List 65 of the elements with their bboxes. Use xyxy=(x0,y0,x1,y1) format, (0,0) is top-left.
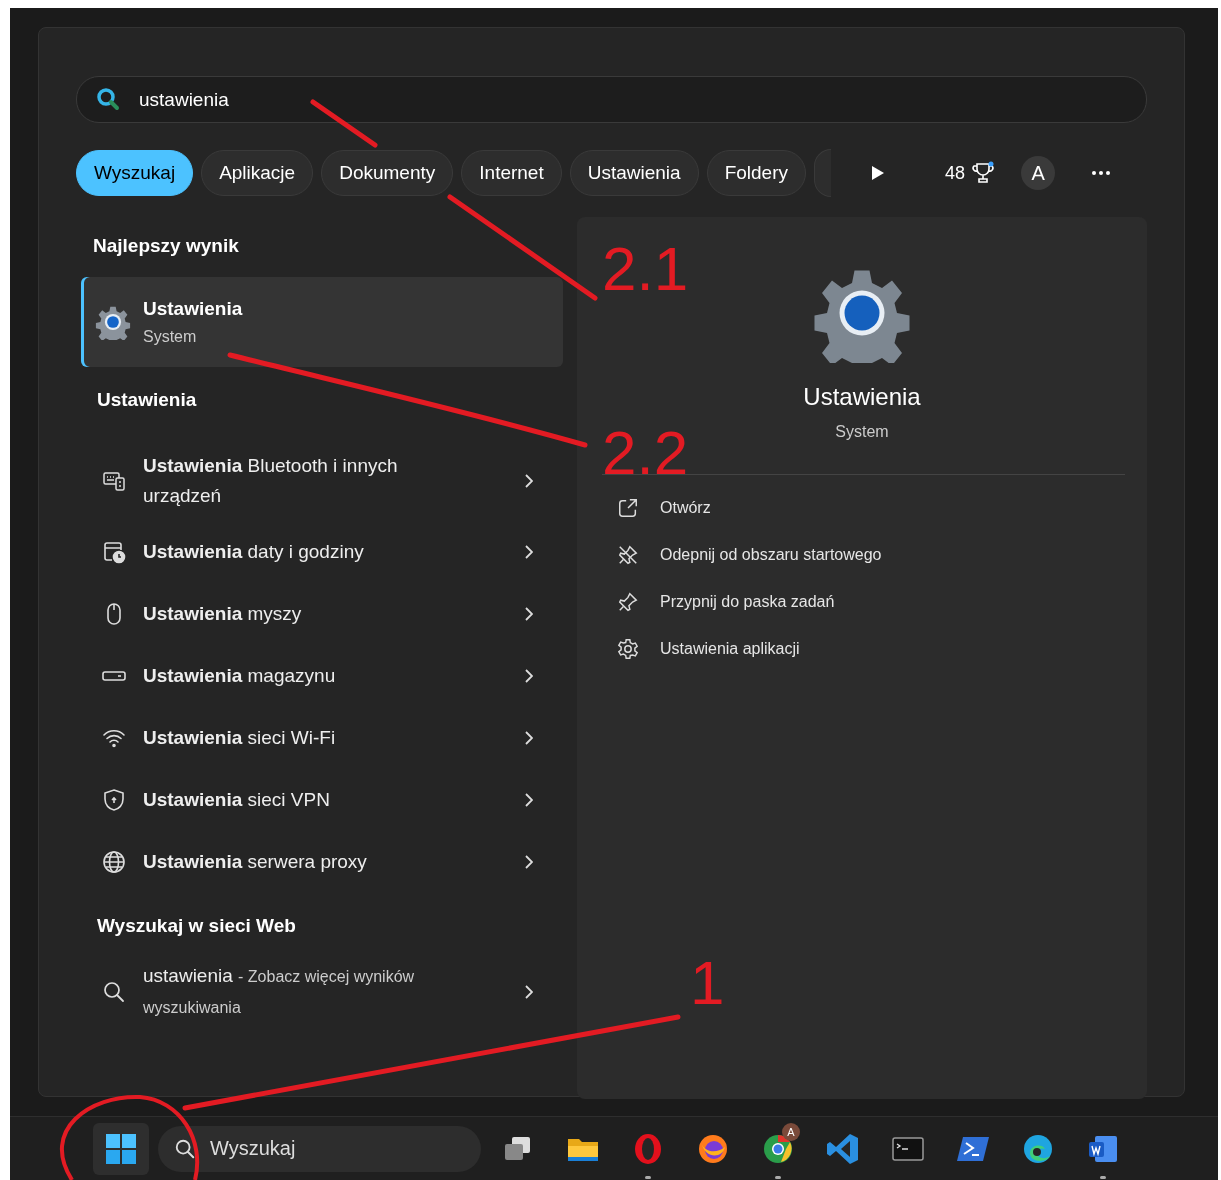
pin-icon xyxy=(617,591,639,613)
settings-result[interactable]: Ustawienia sieci Wi-Fi xyxy=(81,707,563,769)
shield-icon xyxy=(102,788,126,812)
settings-result[interactable]: Ustawienia sieci VPN xyxy=(81,769,563,831)
section-heading: Najlepszy wynik xyxy=(92,235,240,257)
result-label: Ustawienia sieci VPN xyxy=(143,788,331,812)
app-title: Ustawienia xyxy=(803,383,921,411)
result-label: Ustawienia sieci Wi-Fi xyxy=(143,726,337,750)
result-title: Ustawienia xyxy=(143,298,243,320)
unpin-icon xyxy=(617,544,639,566)
chevron-icon xyxy=(525,474,533,488)
result-label: Ustawienia Bluetooth i innych urządzeń xyxy=(143,454,399,508)
chevron-icon xyxy=(525,731,533,745)
chevron-icon xyxy=(525,545,533,559)
chevron-icon xyxy=(525,793,533,807)
result-label: Ustawienia myszy xyxy=(143,602,303,626)
start-icon xyxy=(105,1132,137,1165)
points-count: 48 xyxy=(945,162,966,184)
more-icon[interactable] xyxy=(1091,170,1112,176)
settings-result[interactable]: Ustawienia magazynu xyxy=(81,645,563,707)
chevron-icon xyxy=(525,985,533,999)
trophy-icon[interactable] xyxy=(971,161,996,185)
chevron-icon xyxy=(525,607,533,621)
web-search-result[interactable]: ustawienia - Zobacz więcej wyników wyszukiwania xyxy=(81,961,563,1023)
action-item[interactable]: Otwórz xyxy=(617,495,1147,521)
filter-tab[interactable]: Ustawienia xyxy=(569,150,699,196)
filter-tab[interactable]: Dokumenty xyxy=(321,150,454,196)
keyboard-device-icon xyxy=(102,469,126,493)
result-label: Ustawienia serwera proxy xyxy=(143,850,368,874)
app-subtitle: System xyxy=(835,423,889,441)
start-button[interactable] xyxy=(93,1122,149,1175)
filter-tab[interactable]: Wyszukaj xyxy=(76,150,194,196)
open-external-icon xyxy=(617,497,639,519)
account-avatar[interactable]: A xyxy=(1021,156,1056,190)
calendar-clock-icon xyxy=(102,540,126,564)
search-field[interactable]: ustawienia xyxy=(76,76,1147,123)
filter-tab[interactable]: Internet xyxy=(461,150,562,196)
taskbar-search-field[interactable]: Wyszukaj xyxy=(158,1125,481,1172)
globe-icon xyxy=(102,850,126,874)
play-icon[interactable] xyxy=(871,165,885,181)
chevron-icon xyxy=(525,669,533,683)
gear-icon xyxy=(95,304,131,340)
result-label: Ustawienia daty i godziny xyxy=(143,540,365,564)
search-icon xyxy=(102,980,126,1004)
gear-icon xyxy=(617,638,639,660)
settings-result[interactable]: Ustawienia serwera proxy xyxy=(81,831,563,893)
settings-result[interactable]: Ustawienia daty i godziny xyxy=(81,521,563,583)
notification-badge: A xyxy=(782,1122,800,1141)
annotation-label: 2.1 xyxy=(602,238,689,300)
action-item[interactable]: Przypnij do paska zadań xyxy=(617,589,1147,615)
settings-result[interactable]: Ustawienia myszy xyxy=(81,583,563,645)
section-heading: Wyszukaj w sieci Web xyxy=(96,915,297,937)
action-item[interactable]: Ustawienia aplikacji xyxy=(617,636,1147,662)
result-subtitle: System xyxy=(143,328,198,346)
chevron-icon xyxy=(525,855,533,869)
result-label: Ustawienia magazynu xyxy=(143,664,337,688)
best-match-item[interactable]: Ustawienia System xyxy=(81,277,563,367)
annotation-label: 2.2 xyxy=(602,422,689,484)
filter-tab[interactable]: Aplikacje xyxy=(201,150,314,196)
section-heading: Ustawienia xyxy=(96,389,198,411)
filter-tab[interactable]: Foldery xyxy=(706,150,806,196)
settings-result[interactable]: Ustawienia Bluetooth i innych urządzeń xyxy=(81,441,563,521)
result-label: ustawienia - Zobacz więcej wyników wyszukiwania xyxy=(143,964,416,1018)
action-item[interactable]: Odepnij od obszaru startowego xyxy=(617,542,1147,568)
annotation-label: 1 xyxy=(690,952,725,1014)
